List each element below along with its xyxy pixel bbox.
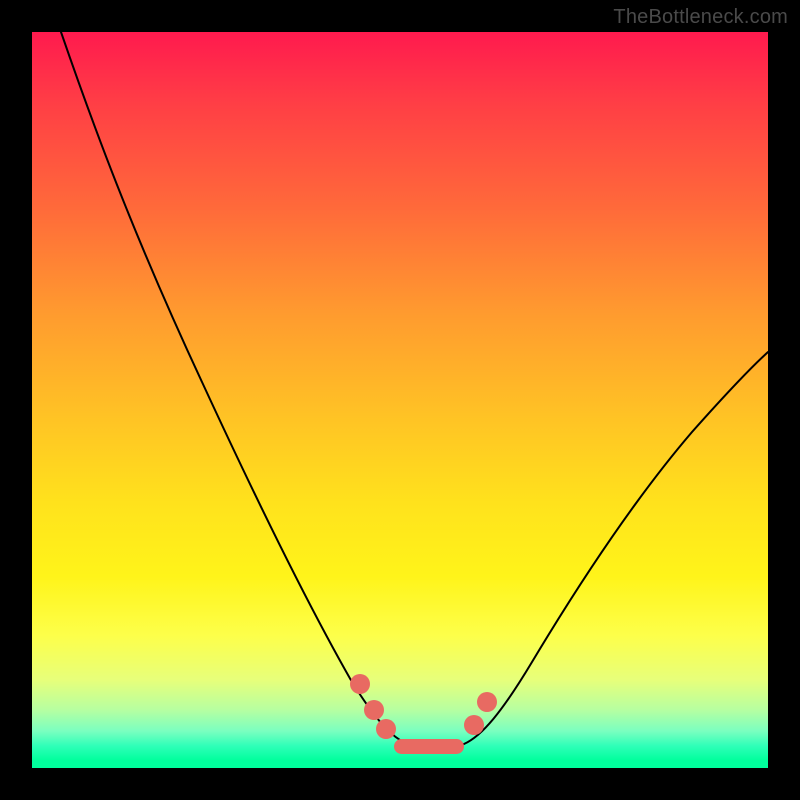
marker-dot xyxy=(376,719,396,739)
chart-svg xyxy=(32,32,768,768)
marker-dot xyxy=(477,692,497,712)
outer-frame: TheBottleneck.com xyxy=(0,0,800,800)
marker-dot xyxy=(350,674,370,694)
marker-dot xyxy=(364,700,384,720)
bottleneck-curve xyxy=(61,32,768,750)
marker-bar xyxy=(394,739,464,754)
plot-area xyxy=(32,32,768,768)
marker-dot xyxy=(464,715,484,735)
attribution-label: TheBottleneck.com xyxy=(613,6,788,29)
